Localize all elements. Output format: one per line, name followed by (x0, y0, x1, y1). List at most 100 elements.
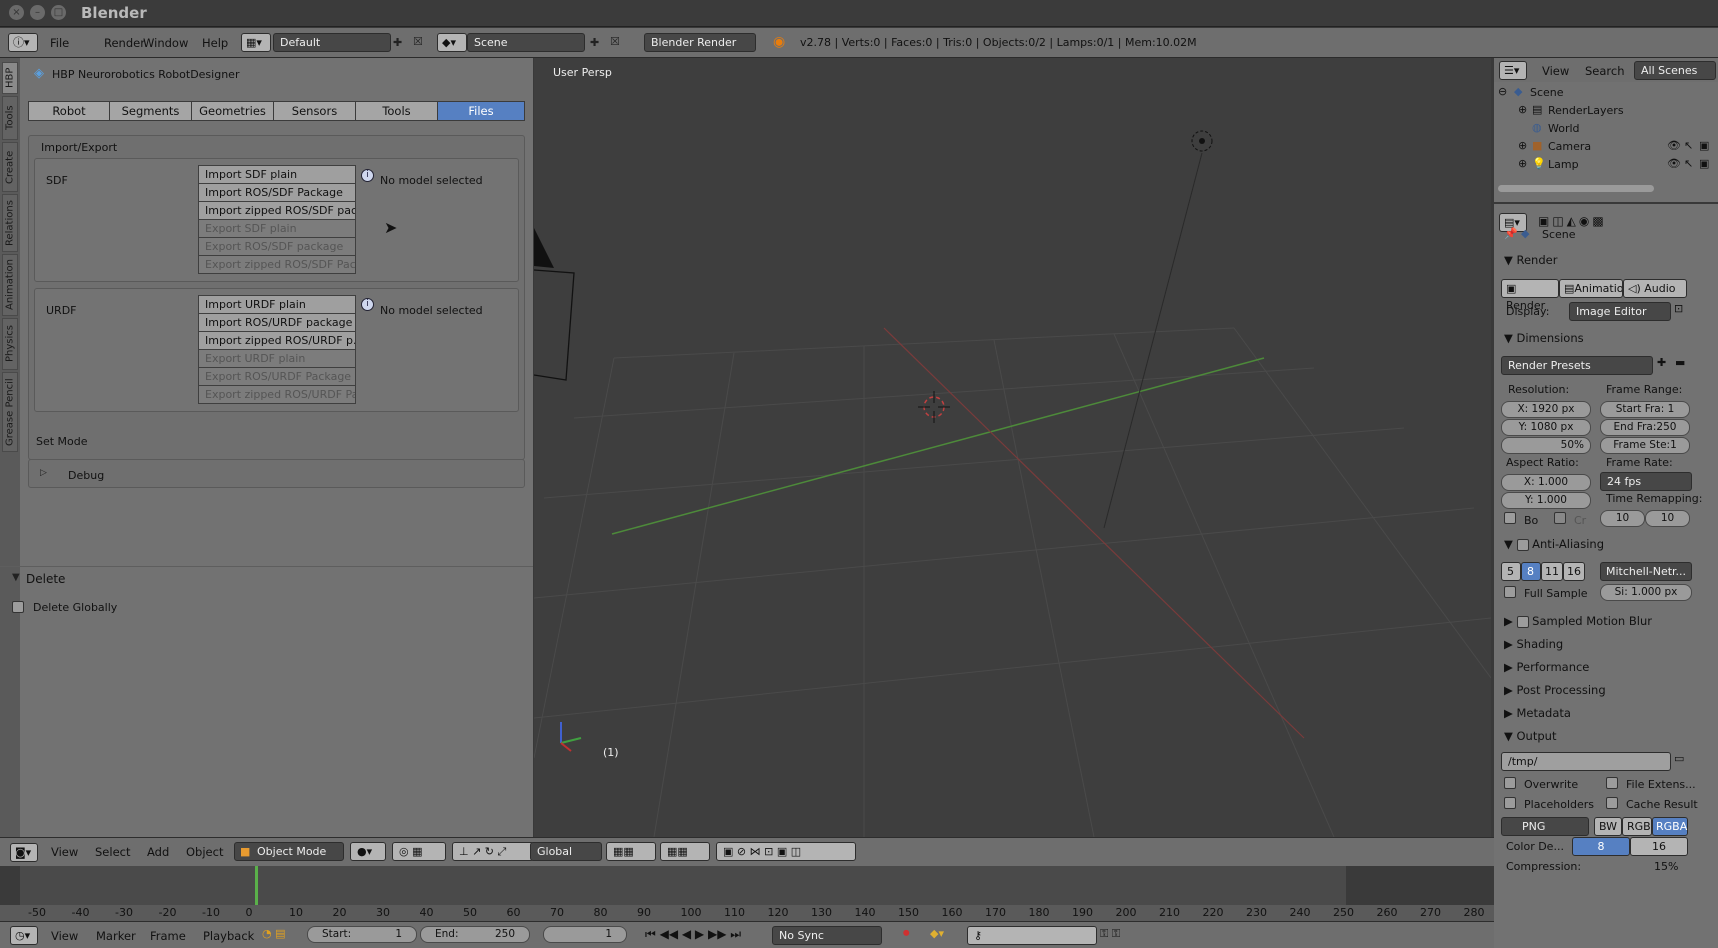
menu-window[interactable]: Window (143, 36, 188, 50)
aspect-x-field[interactable]: X: 1.000 (1501, 474, 1591, 491)
keying-icon[interactable]: ⚿ ⚿ (1100, 927, 1120, 941)
expand-icon[interactable]: ⊕ (1518, 139, 1527, 152)
import-ros-sdf-package-button[interactable]: Import ROS/SDF Package (198, 183, 356, 202)
playback-controls-icon[interactable]: ⏮ ◀◀ ◀ ▶ ▶▶ ⏭ (645, 927, 741, 942)
shading-icon[interactable]: ●▾ (350, 842, 386, 861)
layout-icon[interactable]: ▦▾ (241, 33, 271, 52)
display-selector[interactable]: Image Editor (1569, 302, 1671, 321)
resolution-percent-field[interactable]: 50% (1501, 437, 1591, 454)
file-format-selector[interactable]: PNG (1501, 817, 1589, 836)
render-button[interactable]: ▣ Render (1501, 279, 1559, 312)
editor-type-timeline-icon[interactable]: ◷▾ (10, 926, 38, 945)
snap-render-icons[interactable]: ▣ ⊘ ⋈ ⊡ ▣ ◫ (716, 842, 856, 861)
layout-selector[interactable]: Default (273, 33, 391, 52)
tab-hbp[interactable]: HBP (2, 62, 18, 94)
tab-physics[interactable]: Physics (2, 318, 18, 370)
delete-globally-checkbox[interactable] (12, 601, 24, 613)
editor-type-3d-icon[interactable]: ◙▾ (10, 843, 38, 862)
render-engine-selector[interactable]: Blender Render (644, 33, 756, 52)
context-tabs-icons[interactable]: ▣◫◭◉▩ (1538, 214, 1607, 228)
output-path-field[interactable]: /tmp/ (1501, 752, 1671, 771)
menu-help[interactable]: Help (202, 36, 228, 50)
lock-icon[interactable]: ⊡ (1674, 302, 1683, 315)
tab-robot[interactable]: Robot (28, 101, 110, 121)
pivot-icon[interactable]: ◎ ▦ (392, 842, 446, 861)
shading-panel-header[interactable]: ▶ Shading (1504, 637, 1563, 651)
import-ros-urdf-package-button[interactable]: Import ROS/URDF package (198, 313, 356, 332)
mode-selector[interactable]: Object Mode (234, 842, 344, 861)
frame-start-field[interactable]: Start Fra: 1 (1600, 401, 1690, 418)
editor-type-outliner-icon[interactable]: ☰▾ (1499, 61, 1527, 80)
menu-add[interactable]: Add (147, 845, 169, 859)
aspect-y-field[interactable]: Y: 1.000 (1501, 492, 1591, 509)
tab-create[interactable]: Create (2, 142, 18, 192)
pin-icon[interactable]: 📌 (1504, 227, 1518, 240)
aa-filter-selector[interactable]: Mitchell-Netr... (1600, 562, 1692, 581)
selectability-cursor-icon[interactable]: ↖ (1684, 157, 1693, 170)
maximize-icon[interactable]: □ (51, 5, 66, 20)
tab-relations[interactable]: Relations (2, 194, 18, 252)
render-presets-selector[interactable]: Render Presets (1501, 356, 1653, 375)
compression-value[interactable]: 15% (1654, 860, 1678, 873)
outliner-item-renderlayers[interactable]: RenderLayers (1548, 104, 1624, 117)
expand-icon[interactable]: ⊕ (1518, 157, 1527, 170)
audio-button[interactable]: ◁) Audio (1623, 279, 1687, 298)
remove-layout-icon[interactable]: ☒ (413, 35, 423, 48)
menu-search[interactable]: Search (1585, 64, 1625, 78)
expand-icon[interactable]: ⊕ (1518, 103, 1527, 116)
anti-aliasing-checkbox[interactable] (1516, 538, 1529, 551)
export-ros-urdf-package-button[interactable]: Export ROS/URDF Package (198, 367, 356, 386)
color-mode-bw[interactable]: BW (1594, 817, 1622, 836)
menu-frame[interactable]: Frame (150, 929, 186, 943)
frame-end-field[interactable]: End Fra:250 (1600, 419, 1690, 436)
menu-object[interactable]: Object (186, 845, 223, 859)
export-sdf-plain-button[interactable]: Export SDF plain (198, 219, 356, 238)
animation-button[interactable]: ▤Animatio (1559, 279, 1623, 298)
performance-panel-header[interactable]: ▶ Performance (1504, 660, 1589, 674)
folder-icon[interactable]: ▭ (1674, 752, 1684, 765)
resolution-x-field[interactable]: X: 1920 px (1501, 401, 1591, 418)
post-processing-panel-header[interactable]: ▶ Post Processing (1504, 683, 1606, 697)
minimize-icon[interactable]: – (30, 5, 45, 20)
menu-file[interactable]: File (50, 36, 69, 50)
time-remap-old-field[interactable]: 10 (1600, 510, 1645, 527)
tab-segments[interactable]: Segments (109, 101, 192, 121)
manipulator-icons[interactable]: ⊥ ↗ ↻ ⤢ (452, 842, 534, 861)
tab-sensors[interactable]: Sensors (273, 101, 356, 121)
cache-result-checkbox[interactable] (1606, 797, 1618, 809)
display-mode-selector[interactable]: All Scenes (1634, 61, 1716, 80)
delete-panel-title[interactable]: Delete (26, 572, 65, 586)
metadata-panel-header[interactable]: ▶ Metadata (1504, 706, 1571, 720)
scene-icon[interactable]: ◆▾ (437, 33, 467, 52)
tab-animation[interactable]: Animation (2, 254, 18, 316)
tab-tools[interactable]: Tools (2, 96, 18, 140)
import-zipped-ros-urdf-button[interactable]: Import zipped ROS/URDF p... (198, 331, 356, 350)
frame-rate-selector[interactable]: 24 fps (1600, 472, 1692, 491)
menu-view[interactable]: View (51, 845, 78, 859)
horizontal-scrollbar[interactable] (1498, 185, 1654, 192)
motion-blur-checkbox[interactable] (1516, 615, 1529, 628)
selectability-cursor-icon[interactable]: ↖ (1684, 139, 1693, 152)
collapse-triangle-icon[interactable]: ▼ (12, 572, 20, 583)
file-extensions-checkbox[interactable] (1606, 777, 1618, 789)
time-remap-new-field[interactable]: 10 (1645, 510, 1690, 527)
import-sdf-plain-button[interactable]: Import SDF plain (198, 165, 356, 184)
record-icon[interactable]: ⏺ (903, 926, 910, 941)
end-frame-field[interactable]: End: 250 (420, 926, 530, 943)
keying-set-field[interactable]: ⚷ (967, 926, 1097, 945)
outliner-item-scene[interactable]: Scene (1530, 86, 1564, 99)
3d-viewport[interactable]: User Persp (1) (534, 58, 1491, 837)
expand-triangle-icon[interactable]: ▷ (40, 468, 47, 478)
color-depth-8[interactable]: 8 (1572, 837, 1630, 856)
keyframe-icon[interactable]: ◆▾ (930, 927, 944, 940)
visibility-eye-icon[interactable]: 👁 (1667, 139, 1681, 152)
add-layout-icon[interactable]: ✚ (393, 36, 402, 49)
menu-playback[interactable]: Playback (203, 929, 254, 943)
start-frame-field[interactable]: Start: 1 (307, 926, 417, 943)
frame-step-field[interactable]: Frame Ste:1 (1600, 437, 1690, 454)
export-zipped-ros-urdf-button[interactable]: Export zipped ROS/URDF Pa... (198, 385, 356, 404)
export-zipped-ros-sdf-button[interactable]: Export zipped ROS/SDF Pac... (198, 255, 356, 274)
outliner-item-camera[interactable]: Camera (1548, 140, 1591, 153)
renderability-camera-icon[interactable]: ▣ (1699, 139, 1709, 152)
outliner-item-world[interactable]: World (1548, 122, 1580, 135)
